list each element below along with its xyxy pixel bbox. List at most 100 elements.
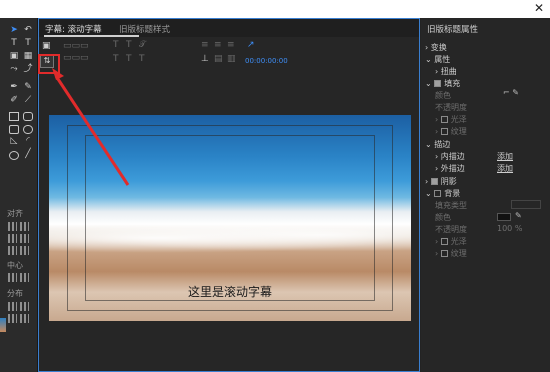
timecode[interactable]: 00:00:00:00 (245, 57, 288, 65)
tab-roll-title[interactable]: 字幕: 滚动字幕 (45, 23, 102, 35)
align-right-text-icon[interactable]: ≡ (227, 40, 235, 50)
vertical-type-tool-icon[interactable]: T (22, 38, 34, 49)
line-tool-icon[interactable]: ╱ (22, 149, 34, 160)
row-background-sheen[interactable]: › 光泽 (435, 236, 467, 247)
path-type-tool-icon[interactable]: ⤳ (8, 64, 20, 75)
center-vertical-icon[interactable] (20, 273, 29, 282)
italic-icon[interactable]: T (126, 40, 132, 50)
row-fill[interactable]: ⌄ 填充 (425, 78, 460, 89)
align-middle-icon[interactable] (8, 246, 17, 255)
shadow-checkbox[interactable] (430, 178, 438, 185)
rounded-rectangle-tool-icon[interactable] (23, 112, 33, 121)
inner-stroke-label: 内描边 (440, 152, 465, 161)
panel-tabs: 字幕: 滚动字幕 旧版标题样式 (39, 19, 419, 37)
tab-stops-icon[interactable]: ⊥ (201, 54, 209, 64)
font-family-dropdown[interactable]: ▭▭▭ (63, 41, 89, 51)
background-opacity-value[interactable]: 100 % (497, 224, 522, 233)
shadow-label: 阴影 (440, 177, 457, 186)
convert-anchor-tool-icon[interactable]: ⟋ (22, 95, 34, 106)
fill-opacity-label: 不透明度 (435, 103, 467, 112)
background-label: 背景 (444, 189, 461, 198)
eyedropper-icon[interactable]: ⌐ ✎ (503, 88, 519, 97)
clipped-rectangle-tool-icon[interactable] (9, 125, 19, 134)
vertical-area-type-tool-icon[interactable]: ▦ (22, 51, 34, 62)
wedge-tool-icon[interactable]: ◺ (8, 136, 20, 147)
delete-anchor-tool-icon[interactable]: ✐ (8, 95, 20, 106)
align-center-icon[interactable] (20, 222, 29, 231)
close-icon[interactable]: ✕ (534, 1, 544, 15)
add-anchor-tool-icon[interactable]: ✎ (22, 82, 34, 93)
distribute-center-icon[interactable] (20, 302, 29, 311)
add-outer-stroke-link[interactable]: 添加 (497, 163, 513, 174)
background-eyedropper-icon[interactable]: ✎ (515, 211, 522, 220)
fill-color-label: 颜色 (435, 91, 451, 100)
area-type-tool-icon[interactable]: ▣ (8, 51, 20, 62)
texture-checkbox[interactable] (440, 128, 448, 135)
highlight-box (38, 54, 60, 74)
row-distort[interactable]: › 扭曲 (435, 66, 457, 77)
arc-tool-icon[interactable]: ◜ (22, 136, 34, 147)
align-left-icon[interactable] (8, 222, 17, 231)
transform-label: 变换 (430, 43, 447, 52)
rounded-corner-tool-icon[interactable] (23, 125, 33, 134)
toggle-background-icon[interactable]: ▥ (227, 54, 236, 64)
fill-type-dropdown[interactable] (511, 200, 541, 209)
size-icon[interactable]: T (126, 54, 132, 64)
background-texture-label: 纹理 (450, 249, 467, 258)
background-color-swatch[interactable] (497, 213, 511, 221)
align-top-icon[interactable] (20, 234, 29, 243)
vertical-path-type-tool-icon[interactable]: ⤴ (22, 64, 34, 75)
distribute-right-icon[interactable] (8, 314, 17, 323)
distribute-top-icon[interactable] (20, 314, 29, 323)
show-video-icon[interactable]: ▤ (214, 54, 223, 64)
align-bottom-icon[interactable] (20, 246, 29, 255)
row-outer-stroke[interactable]: › 外描边 (435, 163, 465, 174)
rotate-tool-icon[interactable]: ↶ (22, 25, 34, 36)
font-style-dropdown[interactable]: ▭▭▭ (63, 53, 89, 63)
add-inner-stroke-link[interactable]: 添加 (497, 151, 513, 162)
row-inner-stroke[interactable]: › 内描边 (435, 151, 465, 162)
row-background[interactable]: ⌄ 背景 (425, 188, 460, 199)
title-toolbar: ▣ ▭▭▭ ▭▭▭ T T T T 𝒯 T ≡ ≡ ≡ ⊥ ▤ ▥ ↗ (39, 37, 419, 72)
row-texture[interactable]: › 纹理 (435, 126, 467, 137)
ellipse-tool-icon[interactable] (9, 151, 19, 160)
roll-title-text[interactable]: 这里是滚动字幕 (49, 283, 411, 300)
properties-label: 属性 (434, 55, 451, 64)
background-texture-checkbox[interactable] (440, 250, 448, 257)
align-center-text-icon[interactable]: ≡ (214, 40, 222, 50)
section-stroke[interactable]: ⌄ 描边 (425, 139, 450, 150)
kerning-icon[interactable]: 𝒯 (139, 40, 146, 50)
leading-icon[interactable]: T (139, 54, 145, 64)
title-safe-area (85, 135, 375, 301)
fill-checkbox[interactable] (434, 80, 442, 87)
bold-icon[interactable]: T (113, 40, 119, 50)
align-right-icon[interactable] (8, 234, 17, 243)
rectangle-tool-icon[interactable] (9, 112, 19, 121)
new-title-icon[interactable]: ▣ (42, 41, 51, 51)
sync-icon[interactable]: ↗ (247, 40, 255, 50)
underline-icon[interactable]: T (113, 54, 119, 64)
type-tool-icon[interactable]: T (8, 38, 20, 49)
section-transform[interactable]: › 变换 (425, 42, 447, 53)
background-sheen-checkbox[interactable] (440, 238, 448, 245)
video-preview[interactable]: 这里是滚动字幕 (49, 115, 411, 321)
window-title-bar: ✕ (0, 0, 550, 18)
center-horizontal-icon[interactable] (8, 273, 17, 282)
tab-legacy-title-styles[interactable]: 旧版标题样式 (119, 23, 170, 35)
texture-label: 纹理 (450, 127, 467, 136)
section-properties[interactable]: ⌄ 属性 (425, 54, 450, 65)
row-sheen[interactable]: › 光泽 (435, 114, 467, 125)
distribute-section-label: 分布 (7, 289, 23, 298)
row-shadow[interactable]: › 阴影 (425, 176, 457, 187)
sheen-checkbox[interactable] (440, 116, 448, 123)
sheen-label: 光泽 (450, 115, 467, 124)
distribute-left-icon[interactable] (8, 302, 17, 311)
align-left-text-icon[interactable]: ≡ (201, 40, 209, 50)
properties-panel-title: 旧版标题属性 (427, 25, 479, 35)
pen-tool-icon[interactable]: ✒ (8, 82, 20, 93)
stroke-label: 描边 (434, 140, 451, 149)
row-background-texture[interactable]: › 纹理 (435, 248, 467, 259)
selection-tool-icon[interactable]: ➤ (8, 25, 20, 36)
background-thumbnail (0, 318, 6, 332)
background-checkbox[interactable] (434, 190, 442, 197)
